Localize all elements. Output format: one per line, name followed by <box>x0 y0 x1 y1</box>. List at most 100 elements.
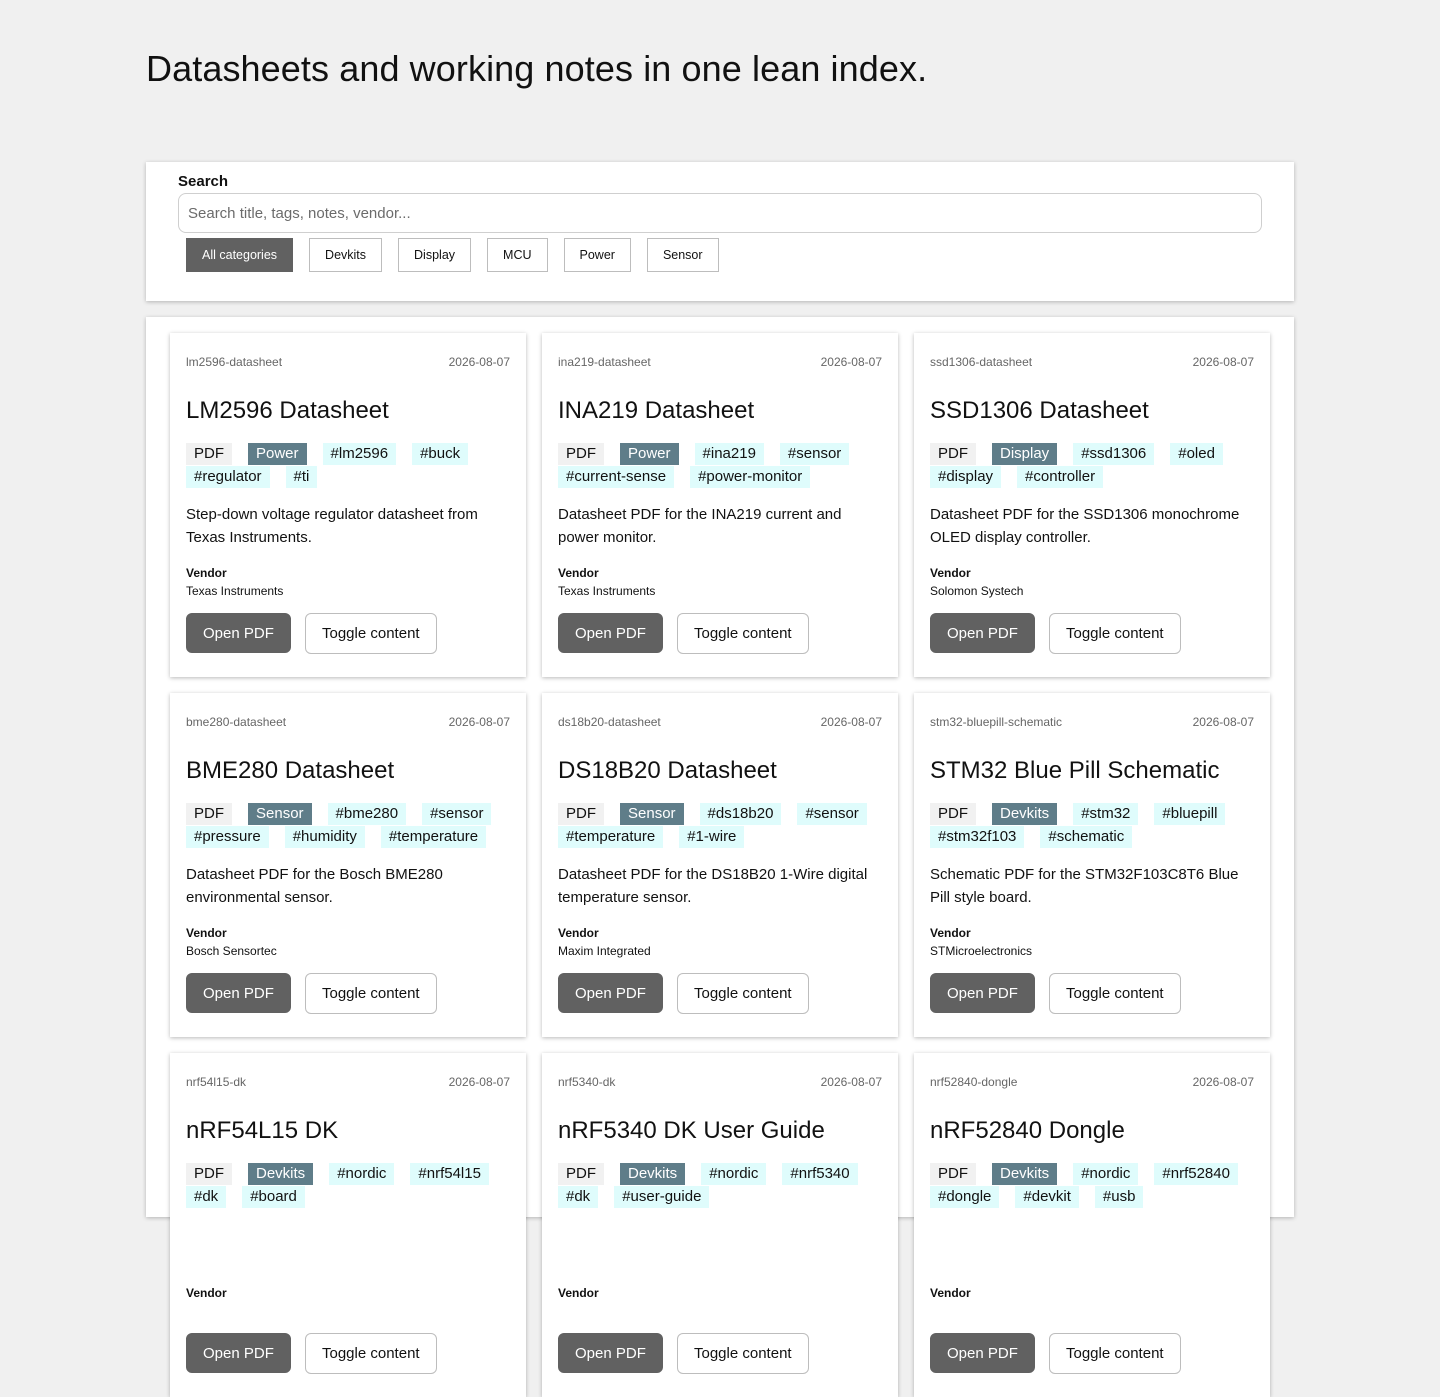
type-tag: PDF <box>186 803 232 825</box>
keyword-tag[interactable]: #bme280 <box>327 803 407 825</box>
category-tag: Sensor <box>248 803 312 825</box>
keyword-tag[interactable]: #sensor <box>797 803 867 825</box>
vendor-label: Vendor <box>930 566 971 580</box>
keyword-tag[interactable]: #schematic <box>1040 826 1133 848</box>
keyword-tag[interactable]: #temperature <box>380 826 487 848</box>
type-tag: PDF <box>930 1163 976 1185</box>
keyword-tag[interactable]: #nordic <box>1073 1163 1139 1185</box>
keyword-tag[interactable]: #ds18b20 <box>699 803 782 825</box>
keyword-tag[interactable]: #dongle <box>930 1186 1000 1208</box>
keyword-tag[interactable]: #ina219 <box>694 443 764 465</box>
keyword-tag[interactable]: #pressure <box>186 826 269 848</box>
toggle-content-button[interactable]: Toggle content <box>305 613 437 654</box>
type-tag: PDF <box>558 803 604 825</box>
keyword-tag[interactable]: #display <box>930 466 1002 488</box>
keyword-tag[interactable]: #devkit <box>1015 1186 1079 1208</box>
card-tags: PDF Power #ina219 #sensor #current-sense #pow… <box>558 443 888 488</box>
open-pdf-button[interactable]: Open PDF <box>186 613 291 653</box>
toggle-content-button[interactable]: Toggle content <box>305 1333 437 1374</box>
keyword-tag[interactable]: #dk <box>186 1186 227 1208</box>
keyword-tag[interactable]: #nrf54l15 <box>410 1163 489 1185</box>
toggle-content-button[interactable]: Toggle content <box>1049 1333 1181 1374</box>
open-pdf-button[interactable]: Open PDF <box>558 613 663 653</box>
card-title: BME280 Datasheet <box>186 757 395 784</box>
vendor-value: Solomon Systech <box>930 584 1024 598</box>
category-tag: Devkits <box>248 1163 314 1185</box>
type-tag: PDF <box>930 443 976 465</box>
keyword-tag[interactable]: #stm32 <box>1073 803 1139 825</box>
keyword-tag[interactable]: #regulator <box>186 466 270 488</box>
card-grid: lm2596-datasheet 2026-08-07 LM2596 Datas… <box>170 333 1270 1397</box>
keyword-tag[interactable]: #ssd1306 <box>1073 443 1155 465</box>
vendor-label: Vendor <box>186 926 227 940</box>
keyword-tag[interactable]: #nrf52840 <box>1154 1163 1238 1185</box>
keyword-tag[interactable]: #humidity <box>284 826 365 848</box>
filter-display[interactable]: Display <box>398 238 472 272</box>
keyword-tag[interactable]: #nrf5340 <box>782 1163 858 1185</box>
vendor-label: Vendor <box>186 1286 227 1300</box>
keyword-tag[interactable]: #sensor <box>779 443 850 465</box>
toggle-content-button[interactable]: Toggle content <box>677 613 809 654</box>
card-description: Datasheet PDF for the Bosch BME280 envir… <box>186 866 443 906</box>
card-title: nRF5340 DK User Guide <box>558 1117 825 1144</box>
keyword-tag[interactable]: #dk <box>558 1186 599 1208</box>
keyword-tag[interactable]: #nordic <box>329 1163 395 1185</box>
card-date: 2026-08-07 <box>448 355 510 369</box>
keyword-tag[interactable]: #usb <box>1094 1186 1144 1208</box>
keyword-tag[interactable]: #sensor <box>422 803 492 825</box>
open-pdf-button[interactable]: Open PDF <box>186 1333 291 1373</box>
category-tag: Sensor <box>620 803 684 825</box>
toggle-content-button[interactable]: Toggle content <box>677 973 809 1014</box>
toggle-content-button[interactable]: Toggle content <box>677 1333 809 1374</box>
keyword-tag[interactable]: #temperature <box>558 826 664 848</box>
card-slug: lm2596-datasheet <box>186 355 283 369</box>
card-tags: PDF Sensor #bme280 #sensor #pressure #humidit… <box>186 803 516 848</box>
document-card: ds18b20-datasheet 2026-08-07 DS18B20 Dat… <box>542 693 898 1037</box>
card-title: nRF52840 Dongle <box>930 1117 1125 1144</box>
filter-power[interactable]: Power <box>563 238 631 272</box>
toggle-content-button[interactable]: Toggle content <box>305 973 437 1014</box>
keyword-tag[interactable]: #oled <box>1170 443 1223 465</box>
type-tag: PDF <box>186 1163 232 1185</box>
keyword-tag[interactable]: #power-monitor <box>690 466 811 488</box>
document-card: ssd1306-datasheet 2026-08-07 SSD1306 Dat… <box>914 333 1270 677</box>
keyword-tag[interactable]: #lm2596 <box>322 443 397 465</box>
keyword-tag[interactable]: #ti <box>285 466 318 488</box>
document-card: nrf54l15-dk 2026-08-07 nRF54L15 DK PDF De… <box>170 1053 526 1397</box>
search-input[interactable] <box>178 193 1262 233</box>
type-tag: PDF <box>930 803 976 825</box>
keyword-tag[interactable]: #nordic <box>701 1163 767 1185</box>
toggle-content-button[interactable]: Toggle content <box>1049 973 1181 1014</box>
vendor-label: Vendor <box>558 926 599 940</box>
card-title: LM2596 Datasheet <box>186 397 389 424</box>
open-pdf-button[interactable]: Open PDF <box>186 973 291 1013</box>
open-pdf-button[interactable]: Open PDF <box>558 973 663 1013</box>
open-pdf-button[interactable]: Open PDF <box>930 613 1035 653</box>
card-tags: PDF Display #ssd1306 #oled #display #controll… <box>930 443 1260 488</box>
search-label: Search <box>178 173 229 190</box>
filter-all-categories[interactable]: All categories <box>186 238 294 272</box>
open-pdf-button[interactable]: Open PDF <box>930 973 1035 1013</box>
filter-devkits[interactable]: Devkits <box>309 238 383 272</box>
keyword-tag[interactable]: #1-wire <box>679 826 745 848</box>
keyword-tag[interactable]: #bluepill <box>1154 803 1226 825</box>
keyword-tag[interactable]: #user-guide <box>614 1186 710 1208</box>
keyword-tag[interactable]: #controller <box>1017 466 1104 488</box>
card-slug: nrf52840-dongle <box>930 1075 1018 1089</box>
open-pdf-button[interactable]: Open PDF <box>558 1333 663 1373</box>
card-date: 2026-08-07 <box>448 1075 510 1089</box>
keyword-tag[interactable]: #current-sense <box>558 466 675 488</box>
keyword-tag[interactable]: #buck <box>412 443 469 465</box>
keyword-tag[interactable]: #stm32f103 <box>930 826 1025 848</box>
keyword-tag[interactable]: #board <box>242 1186 305 1208</box>
category-tag: Devkits <box>620 1163 686 1185</box>
vendor-label: Vendor <box>558 1286 599 1300</box>
filter-mcu[interactable]: MCU <box>487 238 548 272</box>
card-tags: PDF Devkits #nordic #nrf52840 #dongle #devkit… <box>930 1163 1260 1208</box>
open-pdf-button[interactable]: Open PDF <box>930 1333 1035 1373</box>
filter-sensor[interactable]: Sensor <box>646 238 719 272</box>
type-tag: PDF <box>558 1163 604 1185</box>
document-card: stm32-bluepill-schematic 2026-08-07 STM3… <box>914 693 1270 1037</box>
card-slug: ina219-datasheet <box>558 355 651 369</box>
toggle-content-button[interactable]: Toggle content <box>1049 613 1181 654</box>
